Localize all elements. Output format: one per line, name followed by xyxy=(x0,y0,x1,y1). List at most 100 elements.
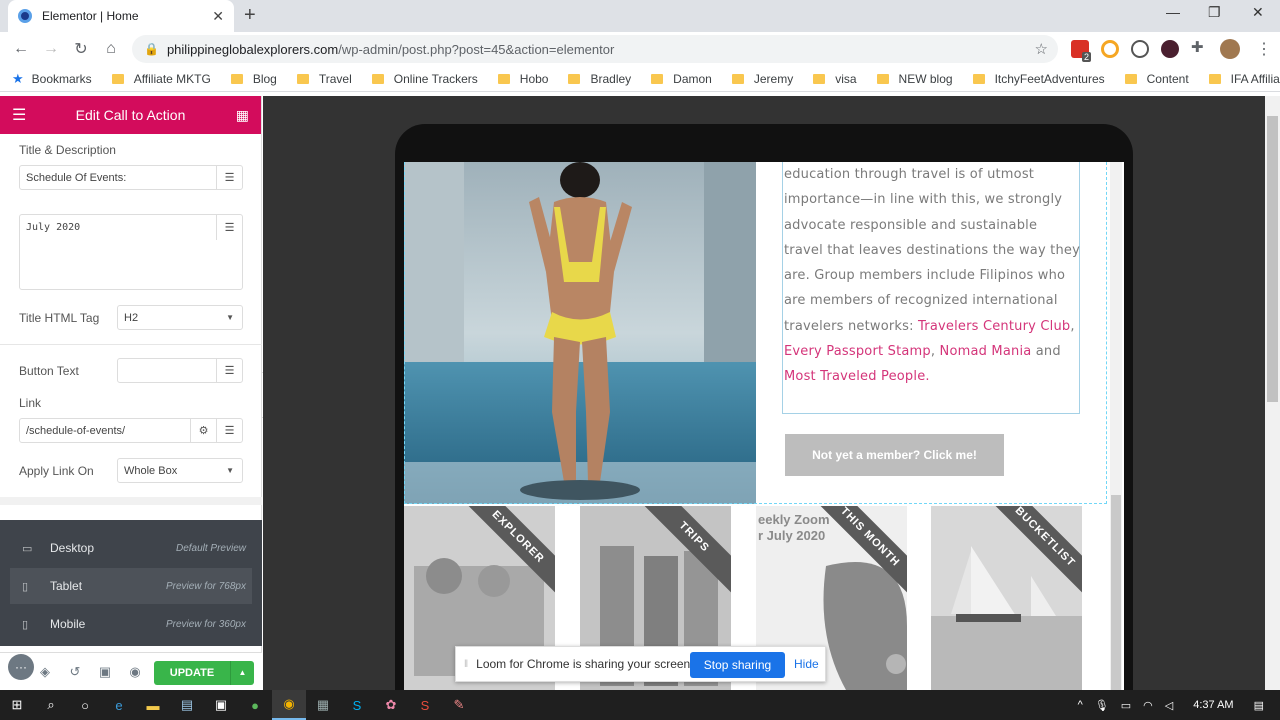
chevron-up-icon[interactable]: ^ xyxy=(1078,699,1083,711)
minimize-icon[interactable]: — xyxy=(1166,4,1180,20)
address-bar[interactable]: 🔒 philippineglobalexplorers.com/wp-admin… xyxy=(132,35,1058,63)
search-icon[interactable]: ⌕ xyxy=(34,690,68,720)
app-icon[interactable]: ● xyxy=(238,690,272,720)
bookmark-item[interactable]: Content xyxy=(1124,72,1189,86)
skype-icon[interactable]: S xyxy=(340,690,374,720)
kebab-menu-icon[interactable]: ⋮ xyxy=(1256,39,1272,59)
folder-icon xyxy=(371,73,384,84)
preview-eye-icon[interactable]: ◉ xyxy=(120,664,150,680)
avatar[interactable] xyxy=(1220,39,1240,59)
app-icon[interactable]: ✎ xyxy=(442,690,476,720)
apply-link-select[interactable]: Whole Box ▼ xyxy=(117,458,243,483)
reload-icon[interactable]: ↻ xyxy=(66,39,96,59)
preview-scrollbar-thumb[interactable] xyxy=(1111,495,1121,690)
snagit-icon[interactable]: S xyxy=(408,690,442,720)
cta-button[interactable]: Not yet a member? Click me! xyxy=(785,434,1004,476)
bookmark-item[interactable]: IFA Affiliates xyxy=(1208,72,1280,86)
dynamic-tags-icon[interactable]: ☰ xyxy=(216,419,242,442)
hide-link[interactable]: Hide xyxy=(794,657,819,671)
home-icon[interactable]: ⌂ xyxy=(96,40,126,58)
more-options-icon[interactable]: ··· xyxy=(8,654,34,680)
windows-start-icon[interactable]: ⊞ xyxy=(0,690,34,720)
link-input[interactable]: /schedule-of-events/ ⚙ ☰ xyxy=(19,418,243,443)
bookmark-item[interactable]: Online Trackers xyxy=(371,72,478,86)
clock[interactable]: 4:37 AM xyxy=(1193,699,1233,711)
maximize-icon[interactable]: ❐ xyxy=(1208,4,1221,21)
hamburger-menu-icon[interactable]: ☰ xyxy=(12,105,26,125)
bookmark-star-icon[interactable]: ☆ xyxy=(1035,40,1048,58)
close-window-icon[interactable]: ✕ xyxy=(1252,4,1264,21)
tab-title: Elementor | Home xyxy=(42,9,139,23)
bookmark-item[interactable]: Travel xyxy=(296,72,352,86)
browser-tab[interactable]: Elementor | Home ✕ xyxy=(8,0,234,32)
notepad-icon[interactable]: ▤ xyxy=(170,690,204,720)
dynamic-tags-icon[interactable]: ☰ xyxy=(216,166,242,189)
bookmark-item[interactable]: ★ Bookmarks xyxy=(12,71,92,87)
wifi-icon[interactable]: ◠ xyxy=(1143,699,1153,712)
link-label: Link xyxy=(19,396,42,410)
responsive-desktop[interactable]: ▭ Desktop Default Preview xyxy=(10,530,252,566)
link-nomad-mania[interactable]: Nomad Mania xyxy=(940,344,1032,359)
bookmark-item[interactable]: ItchyFeetAdventures xyxy=(972,72,1105,86)
folder-icon xyxy=(651,73,664,84)
folder-icon xyxy=(568,73,581,84)
link-travelers-century-club[interactable]: Travelers Century Club xyxy=(918,319,1070,334)
key-extension-icon[interactable] xyxy=(1101,40,1119,58)
description-textarea[interactable]: July 2020 ☰ xyxy=(19,214,243,290)
bookmark-item[interactable]: Blog xyxy=(230,72,277,86)
chrome-icon[interactable]: ◉ xyxy=(272,690,306,720)
chevron-down-icon: ▼ xyxy=(226,466,234,475)
network-icon[interactable]: ▭ xyxy=(1121,699,1131,712)
button-text-label: Button Text xyxy=(19,364,79,378)
folder-icon xyxy=(876,73,889,84)
responsive-mobile[interactable]: ▯ Mobile Preview for 360px xyxy=(10,606,252,642)
responsive-tablet[interactable]: ▯ Tablet Preview for 768px xyxy=(10,568,252,604)
close-tab-icon[interactable]: ✕ xyxy=(212,8,224,25)
page-scrollbar-thumb[interactable] xyxy=(1267,116,1278,402)
circle-extension-icon[interactable] xyxy=(1131,40,1149,58)
url-domain: philippineglobalexplorers.com xyxy=(166,41,339,57)
update-button[interactable]: UPDATE ▲ xyxy=(154,661,254,685)
app-icon[interactable]: ✿ xyxy=(374,690,408,720)
microphone-icon[interactable]: 🎙 xyxy=(1095,699,1109,712)
bookmark-item[interactable]: visa xyxy=(813,72,857,86)
forward-icon[interactable]: → xyxy=(36,40,66,58)
edge-icon[interactable]: e xyxy=(102,690,136,720)
bookmark-item[interactable]: Damon xyxy=(651,72,712,86)
dynamic-tags-icon[interactable]: ☰ xyxy=(216,359,242,382)
history-icon[interactable]: ↺ xyxy=(60,664,90,680)
notifications-icon[interactable]: ▤ xyxy=(1254,699,1264,712)
widgets-grid-icon[interactable]: ▦ xyxy=(236,107,249,124)
bookmark-item[interactable]: Hobo xyxy=(497,72,548,86)
cortana-icon[interactable]: ○ xyxy=(68,690,102,720)
volume-icon[interactable]: ◁ xyxy=(1165,699,1173,712)
file-explorer-icon[interactable]: ▬ xyxy=(136,690,170,720)
responsive-mode-icon[interactable]: ▣ xyxy=(90,664,120,680)
section-label: Title & Description xyxy=(19,143,116,157)
link-settings-gear-icon[interactable]: ⚙ xyxy=(190,419,216,442)
bookmark-item[interactable]: Bradley xyxy=(568,72,631,86)
dynamic-tags-icon[interactable]: ☰ xyxy=(216,215,242,240)
drag-handle-icon[interactable]: ‖ xyxy=(464,659,468,670)
bookmark-item[interactable]: Affiliate MKTG xyxy=(111,72,211,86)
stop-sharing-button[interactable]: Stop sharing xyxy=(690,652,785,678)
chevron-up-icon[interactable]: ▲ xyxy=(230,661,254,685)
bookmark-item[interactable]: Jeremy xyxy=(731,72,793,86)
html-tag-select[interactable]: H2 ▼ xyxy=(117,305,243,330)
link-most-traveled-people[interactable]: Most Traveled People xyxy=(784,369,925,384)
back-icon[interactable]: ← xyxy=(6,40,36,58)
bookmark-item[interactable]: NEW blog xyxy=(876,72,953,86)
button-text-input[interactable]: ☰ xyxy=(117,358,243,383)
folder-icon xyxy=(111,73,124,84)
new-tab-icon[interactable]: + xyxy=(244,4,256,27)
store-icon[interactable]: ▣ xyxy=(204,690,238,720)
k-extension-icon[interactable] xyxy=(1161,40,1179,58)
link-every-passport-stamp[interactable]: Every Passport Stamp xyxy=(784,344,931,359)
title-input[interactable]: Schedule Of Events: ☰ xyxy=(19,165,243,190)
lock-icon: 🔒 xyxy=(144,42,159,56)
puzzle-icon[interactable]: ✚ xyxy=(1191,38,1209,56)
navigator-layers-icon[interactable]: ◈ xyxy=(30,664,60,680)
category-card-bucketlist[interactable]: BUCKETLIST xyxy=(931,506,1082,690)
calculator-icon[interactable]: ▦ xyxy=(306,690,340,720)
folder-icon xyxy=(731,73,744,84)
